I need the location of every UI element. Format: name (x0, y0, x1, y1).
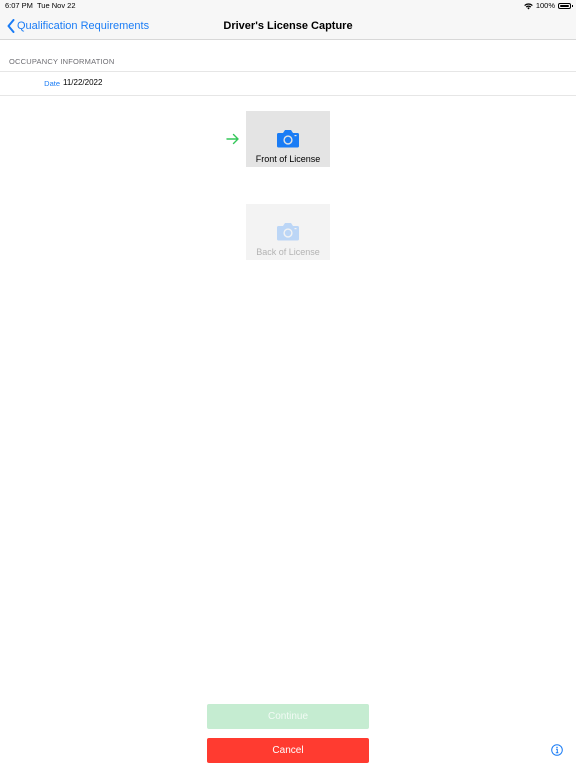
status-date: Tue Nov 22 (37, 1, 76, 10)
camera-icon (276, 222, 300, 241)
back-license-label: Back of License (256, 247, 320, 257)
status-time: 6:07 PM (5, 1, 33, 10)
front-license-capture-button[interactable]: Front of License (246, 111, 330, 167)
arrow-right-icon (226, 132, 240, 146)
battery-percent: 100% (535, 1, 555, 10)
date-row: Date 11/22/2022 (0, 71, 576, 96)
status-indicators: 100% (524, 0, 573, 12)
back-button-label: Qualification Requirements (17, 20, 150, 32)
camera-icon (276, 129, 300, 148)
wifi-icon (524, 2, 533, 10)
back-license-capture-button[interactable]: Back of License (246, 204, 330, 260)
battery-icon (558, 3, 573, 9)
info-icon[interactable] (551, 744, 563, 756)
date-label: Date (44, 79, 60, 88)
continue-button[interactable]: Continue (207, 704, 369, 729)
date-value: 11/22/2022 (63, 78, 103, 87)
back-button[interactable]: Qualification Requirements (7, 12, 149, 40)
chevron-left-icon (7, 19, 17, 33)
navigation-bar: Qualification Requirements Driver's Lice… (0, 12, 576, 40)
cancel-button[interactable]: Cancel (207, 738, 369, 763)
status-bar: 6:07 PM Tue Nov 22 100% (0, 0, 576, 12)
section-header: OCCUPANCY INFORMATION (9, 57, 115, 66)
front-license-label: Front of License (255, 154, 321, 164)
